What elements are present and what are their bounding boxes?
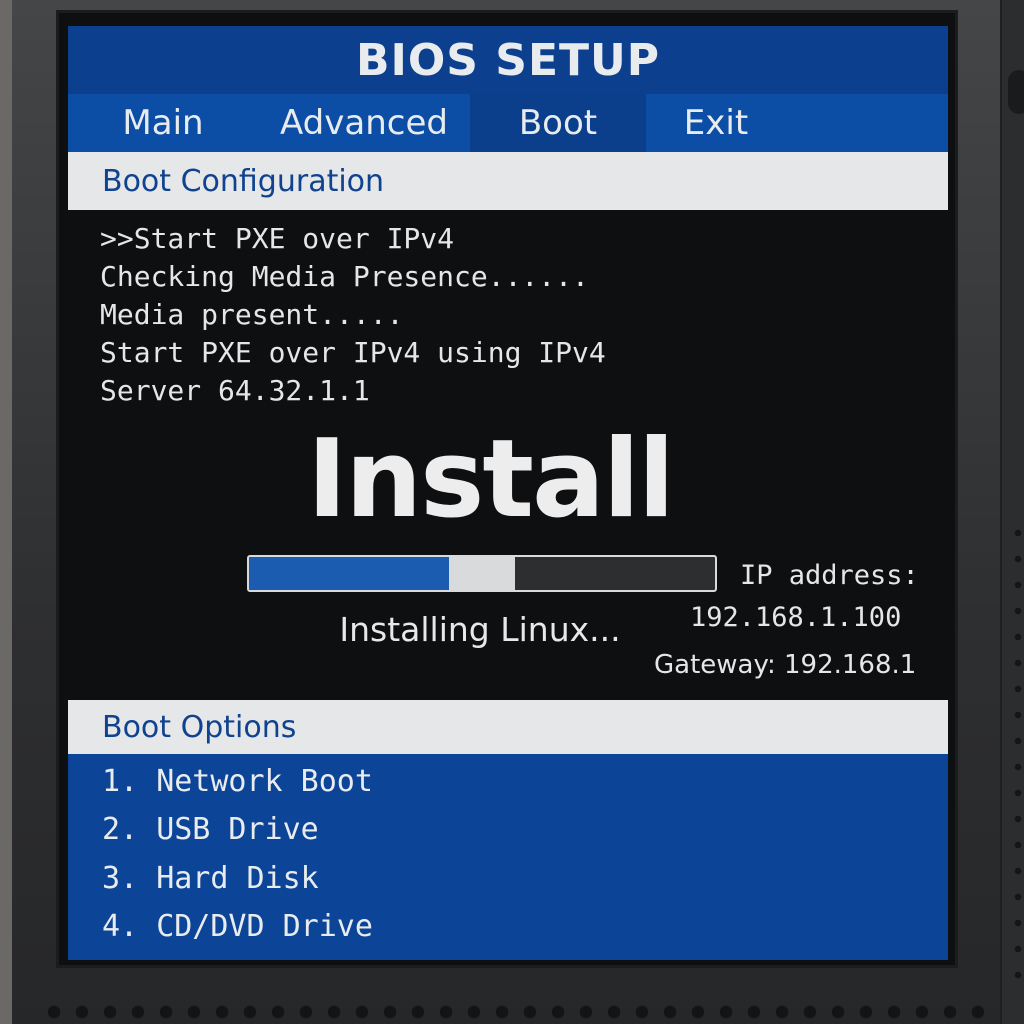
console-line: Checking Media Presence...... [100,260,589,293]
bottom-vent [40,1000,1000,1024]
boot-option-label: CD/DVD Drive [156,909,373,944]
boot-option-usb[interactable]: 2. USB Drive [102,810,319,850]
boot-option-network[interactable]: 1. Network Boot [102,762,373,802]
boot-option-number: 4. [102,909,139,944]
boot-option-label: Hard Disk [156,861,319,896]
boot-options-title: Boot Options [102,709,297,745]
install-progress-bar [247,555,717,592]
gateway-info: Gateway: 192.168.1 [654,650,916,680]
gateway-value: 192.168.1 [784,650,917,680]
gateway-label: Gateway: [654,650,776,680]
menu-boot-label: Boot [518,103,598,143]
boot-option-hard-disk[interactable]: 3. Hard Disk [102,859,319,899]
boot-configuration-title: Boot Configuration [102,163,385,199]
bios-menu-bar: Main Advanced Boot Exit [68,94,948,152]
menu-exit-label: Exit [683,103,749,143]
ip-address-label: IP address: [740,560,919,591]
boot-option-cd-dvd[interactable]: 4. CD/DVD Drive [102,907,373,947]
boot-option-number: 3. [102,861,139,896]
bios-title: BIOS SETUP [68,26,948,94]
menu-boot[interactable]: Boot [470,94,646,152]
bezel-left-edge [0,0,12,1024]
monitor-knob [1008,70,1024,114]
boot-option-label: USB Drive [156,812,319,847]
console-line: >>Start PXE over IPv4 [100,222,455,255]
console-line: Server 64.32.1.1 [100,374,370,407]
install-status-text: Installing Linux... [339,610,621,649]
progress-active-segment [449,557,515,590]
boot-option-label: Network Boot [156,764,373,799]
boot-option-number: 1. [102,764,139,799]
pxe-console-log: >>Start PXE over IPv4 Checking Media Pre… [100,220,720,410]
console-line: Media present..... [100,298,404,331]
ip-address-value: 192.168.1.100 [690,602,902,633]
progress-fill [249,557,450,590]
boot-options-list: 1. Network Boot 2. USB Drive 3. Hard Dis… [68,754,948,960]
menu-advanced[interactable]: Advanced [258,94,470,152]
boot-configuration-header: Boot Configuration [68,152,948,210]
side-vent [1012,520,1024,980]
boot-options-header: Boot Options [68,700,948,754]
install-heading: Install [307,417,675,542]
menu-main-label: Main [122,103,204,143]
menu-advanced-label: Advanced [280,103,448,143]
console-line: Start PXE over IPv4 using IPv4 [100,336,606,369]
boot-option-number: 2. [102,812,139,847]
menu-exit[interactable]: Exit [658,94,774,152]
menu-main[interactable]: Main [88,94,238,152]
